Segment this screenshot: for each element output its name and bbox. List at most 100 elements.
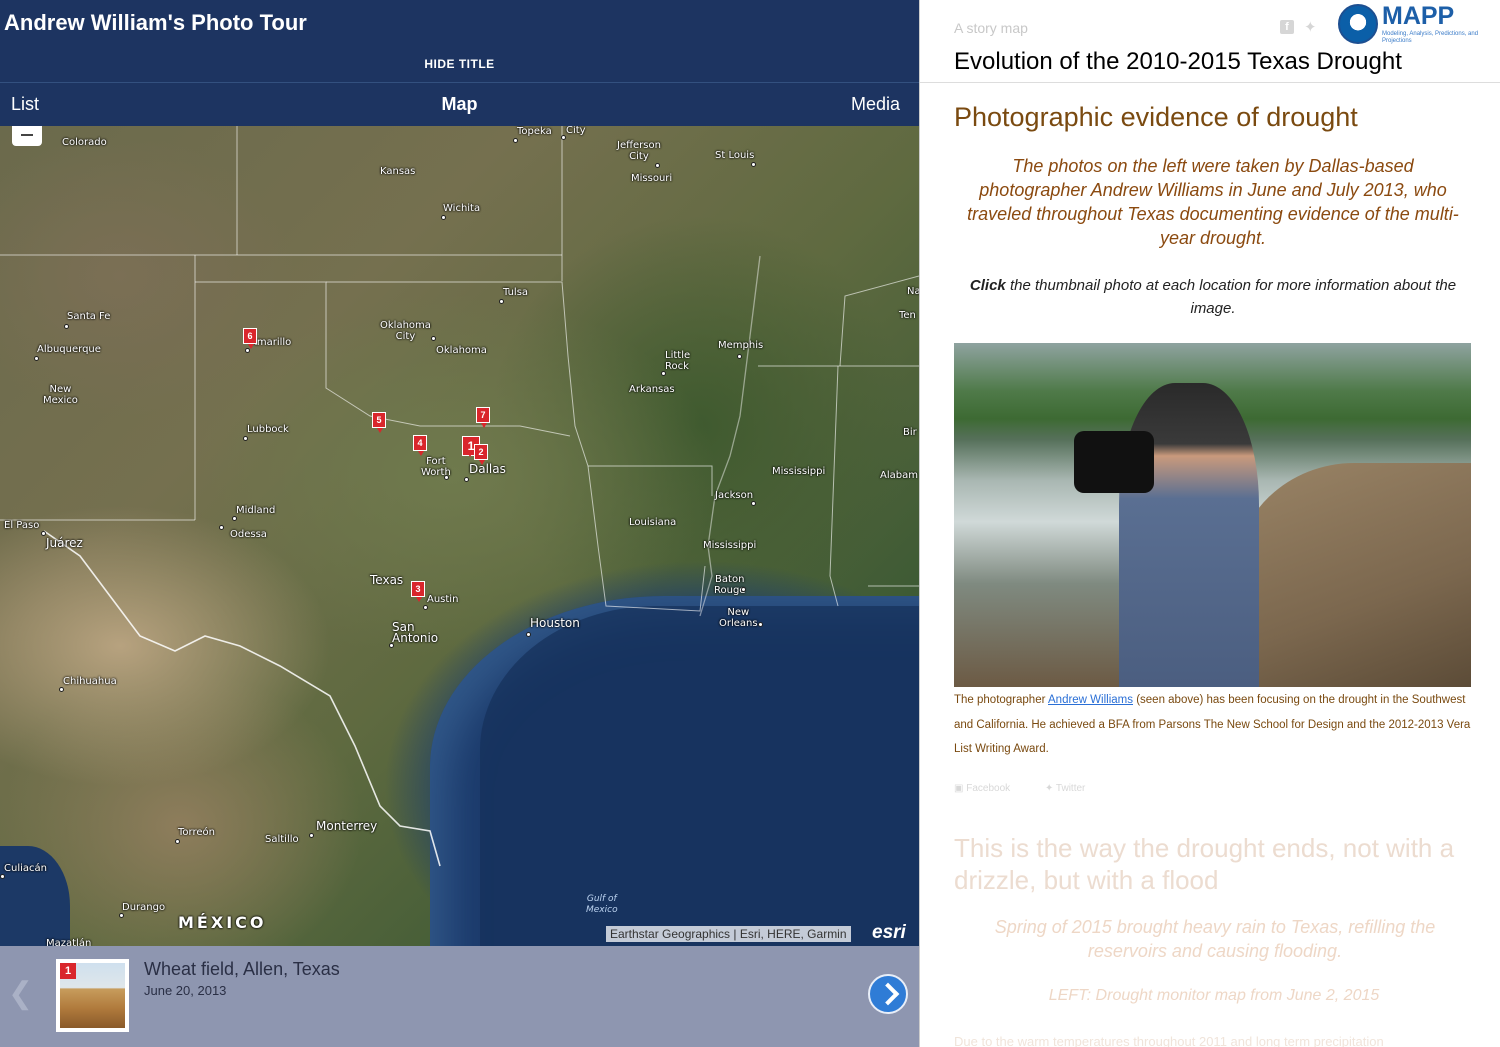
city-dot [526,632,531,637]
photo-person [1119,383,1259,687]
map-label: Arkansas [629,384,675,395]
city-dot [309,833,314,838]
story-map-label: A story map [954,20,1028,36]
map-label: Baton Rouge [714,574,746,596]
twitter-icon[interactable]: ✦ [1304,18,1317,36]
next-section-left-caption: LEFT: Drought monitor map from June 2, 2… [1048,987,1380,1004]
map-label: Mississippi [703,540,757,551]
map-label: Austin [427,594,459,605]
map-label: New Mexico [43,384,78,406]
city-dot [751,162,756,167]
city-dot [389,643,394,648]
tour-header: Andrew William's Photo Tour HIDE TITLE [0,0,919,82]
city-dot [119,913,124,918]
city-dot [441,215,446,220]
tab-map-wrapper: Map [0,94,919,115]
map-label: Culiacán [4,863,47,874]
water-label: Gulf of Mexico [586,894,618,915]
next-section-body: Due to the warm temperatures throughout … [954,1034,1384,1047]
city-dot [175,839,180,844]
map-pin-7[interactable]: 7 [476,407,490,428]
map-pin-4[interactable]: 4 [413,435,427,456]
map-label: New Orleans [719,607,758,629]
facebook-icon[interactable]: f [1280,20,1294,34]
map-label: Dallas [469,462,506,476]
map-label: Lubbock [247,424,289,435]
hide-title-button[interactable]: HIDE TITLE [0,57,919,71]
city-dot [737,354,742,359]
tab-list[interactable]: List [11,94,39,115]
click-instruction: Click the thumbnail photo at each locati… [954,274,1472,320]
city-dot [219,525,224,530]
map-label: Juárez [46,536,83,550]
photographer-link[interactable]: Andrew Williams [1048,694,1133,706]
tour-panel: Andrew William's Photo Tour HIDE TITLE L… [0,0,919,1047]
map-attribution: Earthstar Geographics | Esri, HERE, Garm… [606,926,851,942]
city-dot [751,501,756,506]
city-dot [741,587,746,592]
map-label: Colorado [62,137,107,148]
map-label: Texas [370,573,404,587]
photographer-photo [954,343,1471,687]
city-dot [41,531,46,536]
caption-text-before: The photographer [954,694,1048,706]
city-dot [464,477,469,482]
prev-arrow-icon[interactable]: ❮ [8,976,33,1011]
carousel-title: Wheat field, Allen, Texas [144,959,340,979]
share-facebook-link[interactable]: ▣ Facebook [954,783,1026,794]
map-pin-5[interactable]: 5 [372,412,386,433]
map-label: Alabam [880,470,918,481]
next-arrow-icon[interactable] [868,974,908,1014]
carousel-thumbnail[interactable]: 1 [56,959,129,1032]
city-dot [243,436,248,441]
photo-carousel: ❮ 1 Wheat field, Allen, Texas June 20, 2… [0,946,919,1047]
city-dot [758,622,763,627]
map-view[interactable]: Colorado Topeka City Jefferson City St L… [0,126,919,946]
city-dot [232,516,237,521]
map-label: Monterrey [316,819,378,833]
map-label: Wichita [443,203,481,214]
map-pin-6[interactable]: 6 [243,328,257,349]
map-label: Memphis [718,340,764,351]
section-heading: Photographic evidence of drought [954,102,1358,132]
story-panel: A story map f ✦ MAPP Modeling, Analysis,… [919,0,1500,1047]
title-divider [920,82,1500,83]
map-label: Albuquerque [37,344,101,355]
map-pin-2[interactable]: 2 [474,444,488,465]
tab-map[interactable]: Map [442,94,478,114]
map-label: Mississippi [772,466,826,477]
map-label: Louisiana [629,517,677,528]
map-label: Chihuahua [63,676,117,687]
map-label: Jefferson City [617,140,661,162]
tab-media[interactable]: Media [851,94,900,115]
map-label: Tulsa [503,287,529,298]
photo-camera [1074,431,1154,493]
mapp-logo-subtitle: Modeling, Analysis, Predictions, and Pro… [1382,31,1479,44]
noaa-logo[interactable] [1338,4,1378,44]
map-label: Midland [236,505,276,516]
click-bold: Click [969,277,1006,294]
country-label: MÉXICO [178,913,267,932]
zoom-out-button[interactable] [12,126,42,146]
tour-title: Andrew William's Photo Tour [4,10,307,35]
map-label: Mazatlán [46,938,92,946]
carousel-date: June 20, 2013 [144,983,227,998]
map-label: Jackson [715,490,754,501]
esri-logo: esri [872,922,906,943]
map-label: Torreón [178,827,215,838]
city-dot [655,163,660,168]
city-dot [499,299,504,304]
map-label: Ten [899,310,916,321]
map-label: Oklahoma [436,345,487,356]
share-twitter-link[interactable]: ✦ Twitter [1045,783,1101,794]
map-label: Santa Fe [67,311,111,322]
mapp-logo-text: MAPP [1382,2,1455,30]
section-intro: The photos on the left were taken by Dal… [967,156,1459,248]
map-label: Saltillo [265,834,299,845]
share-row: ▣ Facebook ✦ Twitter [954,783,1117,794]
next-section-intro: Spring of 2015 brought heavy rain to Tex… [994,917,1436,961]
map-label: City [566,126,586,136]
map-label: Missouri [631,173,673,184]
share-facebook-label: Facebook [966,783,1011,794]
map-pin-3[interactable]: 3 [411,581,425,602]
